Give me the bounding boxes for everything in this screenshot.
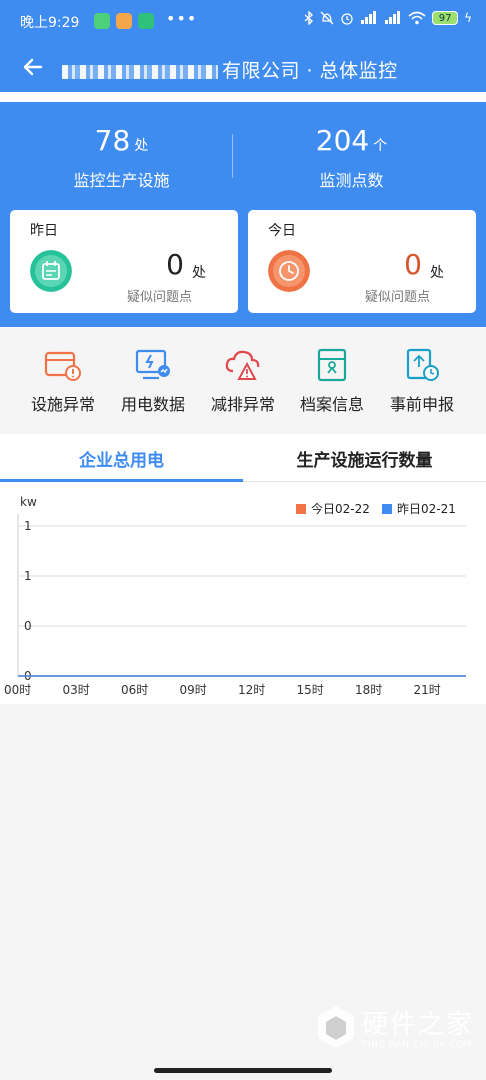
archive-icon	[317, 348, 347, 382]
facility-alert-button[interactable]: 设施异常	[18, 347, 108, 415]
y-tick-label: 0	[24, 619, 32, 633]
clock-icon	[268, 250, 310, 292]
pre-report-button[interactable]: 事前申报	[377, 347, 467, 415]
header-separator	[0, 92, 486, 102]
watermark: 硬件之家 YING JIAN ZHI JIA.COM	[316, 1004, 472, 1054]
archive-info-button[interactable]: 档案信息	[287, 347, 377, 415]
today-unit: 处	[430, 265, 444, 281]
power-line-chart: kw110000时 03时 06时 09时 12时 15时 18时 21时	[4, 495, 466, 697]
signal-icon	[361, 11, 377, 24]
x-tick-label: 21时	[414, 683, 441, 697]
status-time: 晚上9:29	[20, 15, 80, 31]
security-icon	[138, 13, 154, 29]
x-tick-label: 15时	[297, 683, 324, 697]
power-monitor-icon	[135, 349, 170, 380]
y-tick-label: 1	[24, 569, 32, 583]
x-tick-label: 18时	[355, 683, 382, 697]
tab-facility-running[interactable]: 生产设施运行数量	[243, 446, 486, 471]
wechat-icon	[94, 13, 110, 29]
points-label: 监测点数	[319, 171, 384, 190]
charging-icon: ϟ	[464, 11, 472, 25]
power-data-label: 用电数据	[120, 395, 185, 414]
alarm-icon	[341, 13, 353, 25]
cloud-alert-icon	[225, 350, 260, 380]
yesterday-title: 昨日	[30, 223, 58, 239]
facilities-label: 监控生产设施	[73, 171, 170, 190]
notes-icon	[116, 13, 132, 29]
tab-bar: 企业总用电 生产设施运行数量	[0, 434, 486, 482]
facilities-unit: 处	[134, 138, 149, 154]
wifi-icon	[408, 11, 426, 25]
more-notifications-icon: •••	[166, 9, 198, 28]
today-card[interactable]: 今日 0 处 疑似问题点	[248, 210, 476, 313]
home-indicator[interactable]	[154, 1068, 332, 1073]
watermark-logo-icon	[318, 1006, 354, 1048]
pre-report-label: 事前申报	[389, 395, 454, 414]
x-tick-label: 00时	[4, 683, 31, 697]
points-count: 204	[315, 124, 370, 157]
mute-icon	[320, 11, 334, 25]
x-tick-label: 03时	[63, 683, 90, 697]
emission-alert-label: 减排异常	[210, 395, 275, 414]
report-clock-icon	[406, 348, 439, 381]
y-axis-unit: kw	[20, 495, 37, 509]
x-tick-label: 12时	[238, 683, 265, 697]
y-tick-label: 1	[24, 519, 32, 533]
yesterday-label: 疑似问题点	[126, 290, 192, 305]
facilities-stat[interactable]: 78 处 监控生产设施	[0, 124, 243, 191]
status-indicators: 97 ϟ	[304, 11, 472, 25]
facility-alert-icon	[44, 351, 81, 381]
facility-alert-label: 设施异常	[30, 395, 95, 414]
today-title: 今日	[268, 223, 296, 239]
archive-info-label: 档案信息	[299, 395, 364, 414]
yesterday-count: 0	[166, 248, 184, 281]
page-title-suffix: 有限公司 · 总体监控	[222, 60, 398, 82]
calendar-icon	[30, 250, 72, 292]
yesterday-unit: 处	[192, 265, 206, 281]
points-unit: 个	[373, 138, 388, 154]
status-bar: 晚上9:29 ••• 97 ϟ	[0, 0, 486, 44]
yesterday-card[interactable]: 昨日 0 处 疑似问题点	[10, 210, 238, 313]
power-data-button[interactable]: 用电数据	[108, 347, 198, 415]
redacted-company-name	[62, 64, 218, 79]
x-tick-label: 09时	[180, 683, 207, 697]
summary-section: 78 处 监控生产设施 204 个 监测点数 昨日 0 处 疑似问题点 今日 0 处	[0, 102, 486, 327]
today-label: 疑似问题点	[364, 290, 430, 305]
back-arrow-icon[interactable]	[20, 54, 46, 80]
watermark-title: 硬件之家	[362, 1010, 475, 1040]
chart-panel: 企业总用电 生产设施运行数量 今日02-22 昨日02-21 kw 1 1 0 0 00时…	[0, 434, 486, 704]
tab-total-power[interactable]: 企业总用电	[0, 446, 243, 471]
today-count: 0	[404, 248, 422, 281]
x-tick-label: 06时	[121, 683, 148, 697]
page-title: 有限公司 · 总体监控	[62, 56, 398, 83]
bluetooth-icon	[304, 11, 314, 25]
signal-icon-2	[385, 11, 401, 24]
points-stat[interactable]: 204 个 监测点数	[230, 124, 473, 191]
active-tab-indicator	[0, 479, 243, 482]
nav-bar: 有限公司 · 总体监控	[0, 44, 486, 92]
watermark-subtitle: YING JIAN ZHI JIA.COM	[362, 1040, 473, 1050]
quick-actions: 设施异常 用电数据 减排异常 档案信息 事前申报	[0, 327, 486, 432]
emission-alert-button[interactable]: 减排异常	[198, 347, 288, 415]
facilities-count: 78	[94, 124, 131, 157]
battery-icon: 97	[432, 11, 459, 25]
